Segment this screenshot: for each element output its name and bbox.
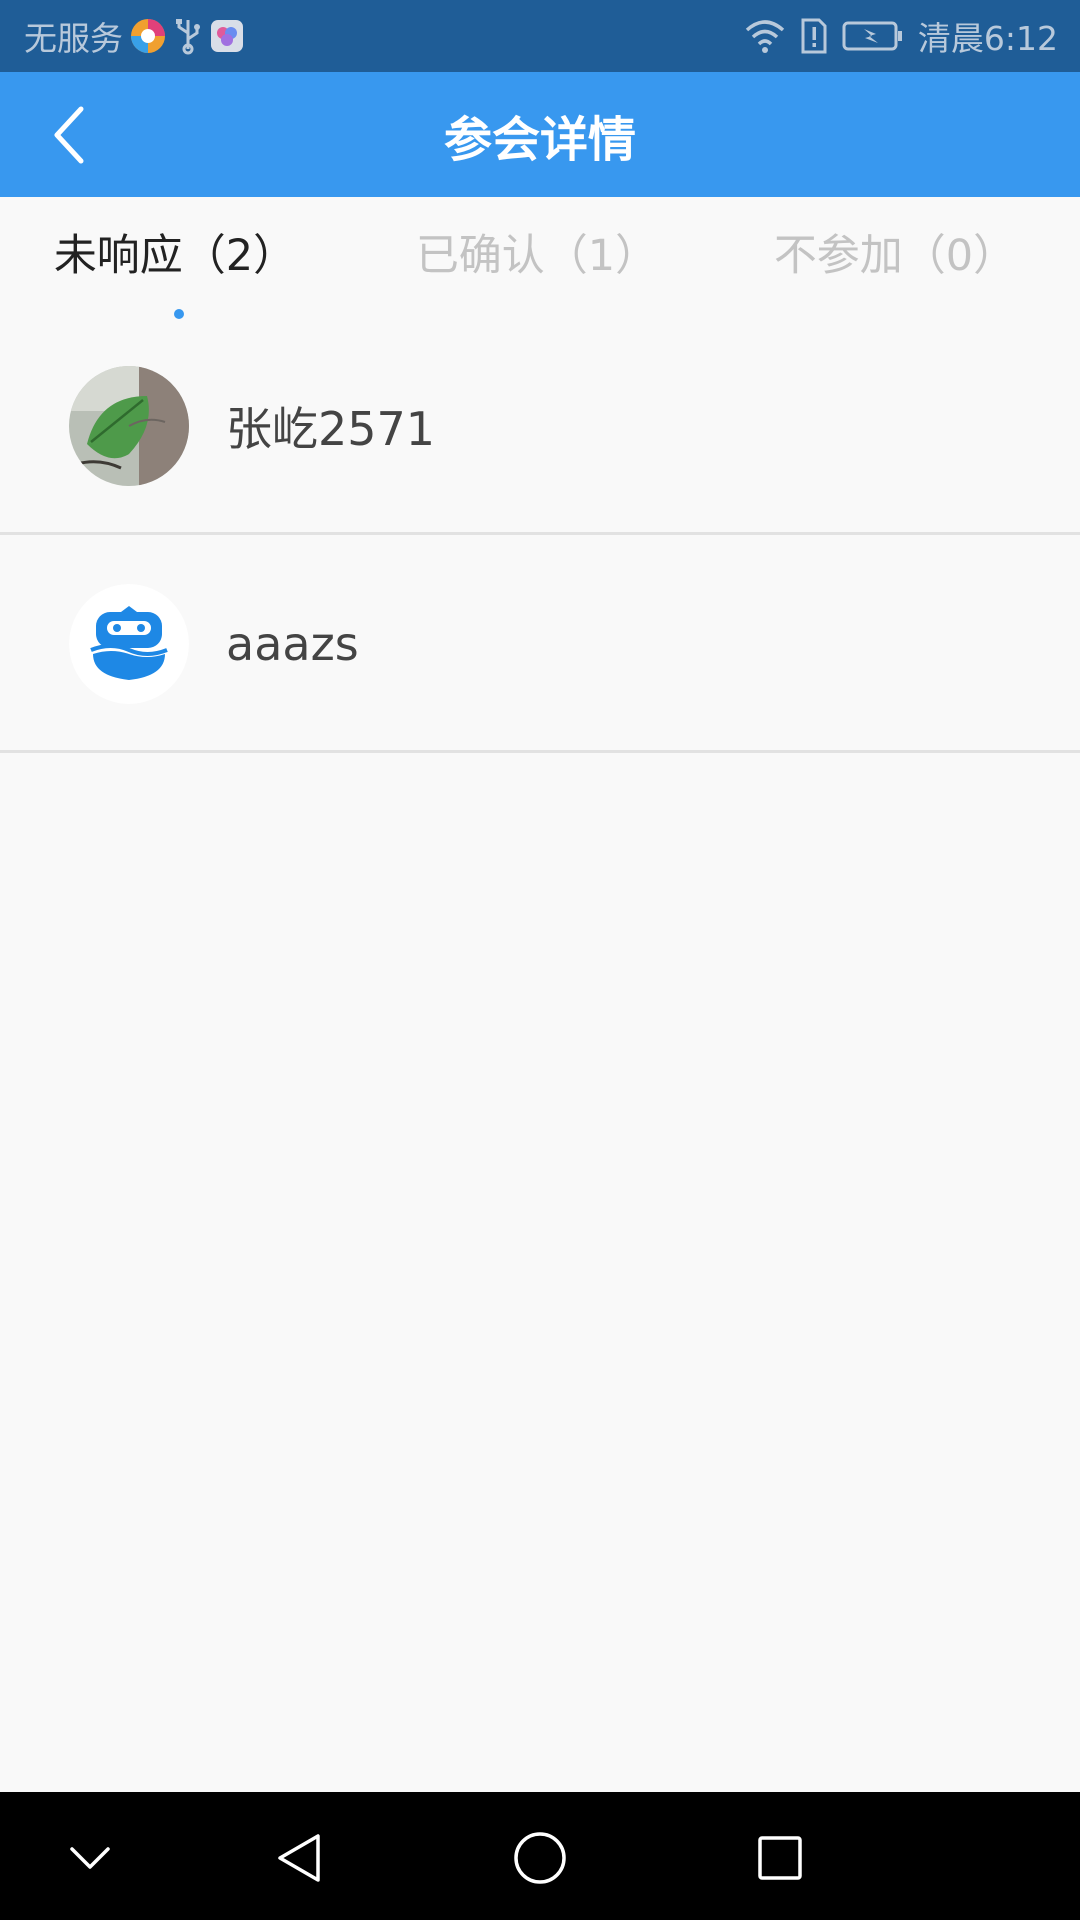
list-item[interactable]: 张屹2571 — [0, 317, 1080, 535]
robot-avatar — [69, 584, 189, 704]
chevron-left-icon — [54, 106, 84, 164]
carrier-text: 无服务 — [24, 19, 123, 58]
app-notification-icon — [209, 18, 245, 54]
system-nav-bar — [0, 1792, 1080, 1920]
status-left: 无服务 — [24, 0, 245, 72]
member-name: aaazs — [226, 617, 359, 671]
battery-charging-icon — [842, 20, 904, 52]
back-triangle-icon — [278, 1834, 320, 1882]
home-circle-icon — [514, 1832, 566, 1884]
recents-nav-button[interactable] — [738, 1816, 822, 1900]
wifi-icon — [744, 18, 786, 54]
back-button[interactable] — [34, 98, 104, 172]
member-name: 张屹2571 — [226, 402, 436, 456]
tab-bar: 未响应（2） 已确认（1） 不参加（0） — [0, 197, 1080, 327]
list-item[interactable]: aaazs — [0, 535, 1080, 753]
sim-alert-icon — [800, 17, 828, 55]
tab-not-attending[interactable]: 不参加（0） — [762, 197, 1028, 307]
home-nav-button[interactable] — [498, 1816, 582, 1900]
page-title: 参会详情 — [443, 111, 636, 168]
status-time: 清晨6:12 — [917, 19, 1058, 58]
status-bar: 无服务 清晨6:12 — [0, 0, 1080, 72]
member-list: 张屹2571 aaazs — [0, 317, 1080, 753]
photo-avatar — [69, 366, 189, 486]
tab-no-response[interactable]: 未响应（2） — [42, 197, 308, 307]
usb-icon — [173, 17, 203, 55]
collapse-chevron-icon — [70, 1847, 110, 1869]
recents-square-icon — [758, 1836, 802, 1880]
browser-app-icon — [129, 17, 167, 55]
tab-confirmed[interactable]: 已确认（1） — [404, 197, 670, 307]
status-right: 清晨6:12 — [744, 0, 1058, 72]
collapse-button[interactable] — [48, 1816, 132, 1900]
app-bar: 参会详情 — [0, 72, 1080, 197]
back-nav-button[interactable] — [258, 1816, 342, 1900]
